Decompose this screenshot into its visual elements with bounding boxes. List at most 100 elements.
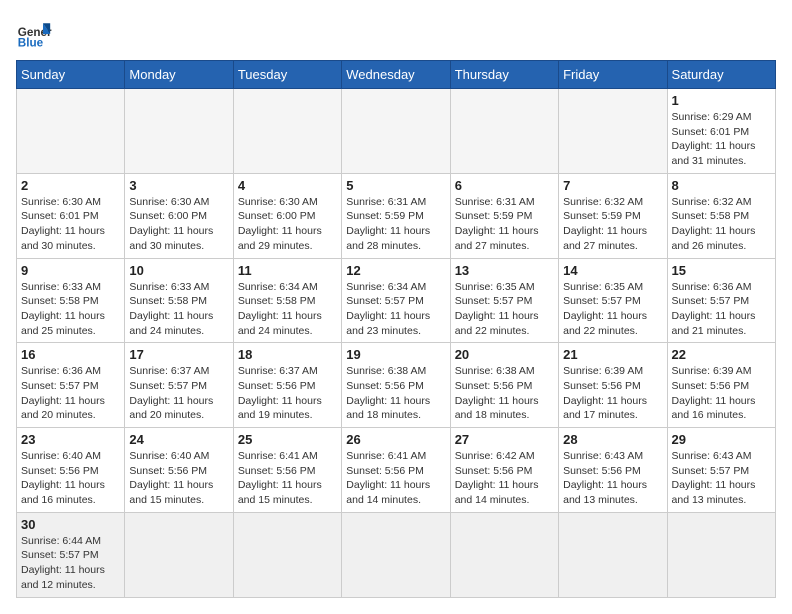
- day-info: Sunrise: 6:33 AM Sunset: 5:58 PM Dayligh…: [21, 280, 120, 339]
- day-number: 7: [563, 178, 662, 193]
- day-info: Sunrise: 6:31 AM Sunset: 5:59 PM Dayligh…: [346, 195, 445, 254]
- week-row-1: 1 Sunrise: 6:29 AM Sunset: 6:01 PM Daylig…: [17, 89, 776, 174]
- day-info: Sunrise: 6:43 AM Sunset: 5:56 PM Dayligh…: [563, 449, 662, 508]
- day-cell: 4 Sunrise: 6:30 AM Sunset: 6:00 PM Daylig…: [233, 173, 341, 258]
- week-row-6: 30 Sunrise: 6:44 AM Sunset: 5:57 PM Dayli…: [17, 512, 776, 597]
- day-number: 22: [672, 347, 771, 362]
- logo: General Blue: [16, 16, 52, 52]
- day-number: 4: [238, 178, 337, 193]
- day-info: Sunrise: 6:43 AM Sunset: 5:57 PM Dayligh…: [672, 449, 771, 508]
- day-number: 1: [672, 93, 771, 108]
- day-info: Sunrise: 6:30 AM Sunset: 6:00 PM Dayligh…: [238, 195, 337, 254]
- day-cell: [125, 512, 233, 597]
- day-number: 21: [563, 347, 662, 362]
- day-cell: 29 Sunrise: 6:43 AM Sunset: 5:57 PM Dayli…: [667, 428, 775, 513]
- day-number: 5: [346, 178, 445, 193]
- day-cell: 27Sunrise: 6:42 AM Sunset: 5:56 PM Dayli…: [450, 428, 558, 513]
- week-row-4: 16 Sunrise: 6:36 AM Sunset: 5:57 PM Dayli…: [17, 343, 776, 428]
- day-cell: [667, 512, 775, 597]
- day-info: Sunrise: 6:37 AM Sunset: 5:57 PM Dayligh…: [129, 364, 228, 423]
- day-number: 18: [238, 347, 337, 362]
- week-row-2: 2 Sunrise: 6:30 AM Sunset: 6:01 PM Daylig…: [17, 173, 776, 258]
- day-number: 12: [346, 263, 445, 278]
- day-cell: 23Sunrise: 6:40 AM Sunset: 5:56 PM Dayli…: [17, 428, 125, 513]
- day-number: 24: [129, 432, 228, 447]
- day-cell: [450, 512, 558, 597]
- day-number: 2: [21, 178, 120, 193]
- day-cell: 9 Sunrise: 6:33 AM Sunset: 5:58 PM Daylig…: [17, 258, 125, 343]
- day-number: 8: [672, 178, 771, 193]
- day-cell: 10 Sunrise: 6:33 AM Sunset: 5:58 PM Dayli…: [125, 258, 233, 343]
- weekday-header-thursday: Thursday: [450, 61, 558, 89]
- day-info: Sunrise: 6:32 AM Sunset: 5:58 PM Dayligh…: [672, 195, 771, 254]
- day-cell: 17Sunrise: 6:37 AM Sunset: 5:57 PM Dayli…: [125, 343, 233, 428]
- day-number: 26: [346, 432, 445, 447]
- day-info: Sunrise: 6:34 AM Sunset: 5:57 PM Dayligh…: [346, 280, 445, 339]
- day-cell: 18 Sunrise: 6:37 AM Sunset: 5:56 PM Dayli…: [233, 343, 341, 428]
- weekday-header-tuesday: Tuesday: [233, 61, 341, 89]
- day-cell: 2 Sunrise: 6:30 AM Sunset: 6:01 PM Daylig…: [17, 173, 125, 258]
- week-row-5: 23 Sunrise: 6:40 AM Sunset: 5:56 PM Dayli…: [17, 428, 776, 513]
- day-cell: 6 Sunrise: 6:31 AM Sunset: 5:59 PM Daylig…: [450, 173, 558, 258]
- calendar-table: SundayMondayTuesdayWednesdayThursdayFrid…: [16, 60, 776, 598]
- day-info: Sunrise: 6:33 AM Sunset: 5:58 PM Dayligh…: [129, 280, 228, 339]
- day-info: Sunrise: 6:41 AM Sunset: 5:56 PM Dayligh…: [238, 449, 337, 508]
- weekday-header-saturday: Saturday: [667, 61, 775, 89]
- day-cell: 30 Sunrise: 6:44 AM Sunset: 5:57 PM Dayli…: [17, 512, 125, 597]
- day-number: 29: [672, 432, 771, 447]
- day-cell: 20 Sunrise: 6:38 AM Sunset: 5:56 PM Dayli…: [450, 343, 558, 428]
- day-cell: 21Sunrise: 6:39 AM Sunset: 5:56 PM Dayli…: [559, 343, 667, 428]
- day-number: 13: [455, 263, 554, 278]
- day-cell: 5 Sunrise: 6:31 AM Sunset: 5:59 PM Daylig…: [342, 173, 450, 258]
- weekday-header-friday: Friday: [559, 61, 667, 89]
- day-info: Sunrise: 6:38 AM Sunset: 5:56 PM Dayligh…: [455, 364, 554, 423]
- day-cell: [17, 89, 125, 174]
- day-cell: 13Sunrise: 6:35 AM Sunset: 5:57 PM Dayli…: [450, 258, 558, 343]
- weekday-header-row: SundayMondayTuesdayWednesdayThursdayFrid…: [17, 61, 776, 89]
- day-number: 6: [455, 178, 554, 193]
- day-number: 11: [238, 263, 337, 278]
- day-cell: 8 Sunrise: 6:32 AM Sunset: 5:58 PM Daylig…: [667, 173, 775, 258]
- day-info: Sunrise: 6:30 AM Sunset: 6:01 PM Dayligh…: [21, 195, 120, 254]
- day-number: 27: [455, 432, 554, 447]
- day-cell: 26Sunrise: 6:41 AM Sunset: 5:56 PM Dayli…: [342, 428, 450, 513]
- day-info: Sunrise: 6:39 AM Sunset: 5:56 PM Dayligh…: [672, 364, 771, 423]
- day-info: Sunrise: 6:29 AM Sunset: 6:01 PM Dayligh…: [672, 110, 771, 169]
- day-info: Sunrise: 6:36 AM Sunset: 5:57 PM Dayligh…: [21, 364, 120, 423]
- day-cell: 12 Sunrise: 6:34 AM Sunset: 5:57 PM Dayli…: [342, 258, 450, 343]
- day-cell: [233, 89, 341, 174]
- day-info: Sunrise: 6:37 AM Sunset: 5:56 PM Dayligh…: [238, 364, 337, 423]
- day-cell: [342, 512, 450, 597]
- day-number: 9: [21, 263, 120, 278]
- day-cell: [233, 512, 341, 597]
- svg-text:Blue: Blue: [18, 37, 44, 50]
- day-cell: 25Sunrise: 6:41 AM Sunset: 5:56 PM Dayli…: [233, 428, 341, 513]
- day-number: 10: [129, 263, 228, 278]
- weekday-header-wednesday: Wednesday: [342, 61, 450, 89]
- day-info: Sunrise: 6:40 AM Sunset: 5:56 PM Dayligh…: [129, 449, 228, 508]
- day-number: 15: [672, 263, 771, 278]
- day-number: 16: [21, 347, 120, 362]
- day-cell: 28 Sunrise: 6:43 AM Sunset: 5:56 PM Dayli…: [559, 428, 667, 513]
- day-number: 20: [455, 347, 554, 362]
- week-row-3: 9 Sunrise: 6:33 AM Sunset: 5:58 PM Daylig…: [17, 258, 776, 343]
- weekday-header-monday: Monday: [125, 61, 233, 89]
- day-info: Sunrise: 6:38 AM Sunset: 5:56 PM Dayligh…: [346, 364, 445, 423]
- day-cell: [450, 89, 558, 174]
- day-info: Sunrise: 6:35 AM Sunset: 5:57 PM Dayligh…: [563, 280, 662, 339]
- day-number: 19: [346, 347, 445, 362]
- day-number: 28: [563, 432, 662, 447]
- day-info: Sunrise: 6:44 AM Sunset: 5:57 PM Dayligh…: [21, 534, 120, 593]
- day-number: 14: [563, 263, 662, 278]
- weekday-header-sunday: Sunday: [17, 61, 125, 89]
- day-info: Sunrise: 6:30 AM Sunset: 6:00 PM Dayligh…: [129, 195, 228, 254]
- day-cell: 16 Sunrise: 6:36 AM Sunset: 5:57 PM Dayli…: [17, 343, 125, 428]
- day-cell: [125, 89, 233, 174]
- day-info: Sunrise: 6:31 AM Sunset: 5:59 PM Dayligh…: [455, 195, 554, 254]
- day-cell: [559, 89, 667, 174]
- header: General Blue: [16, 16, 776, 52]
- day-number: 23: [21, 432, 120, 447]
- day-number: 30: [21, 517, 120, 532]
- day-cell: 24 Sunrise: 6:40 AM Sunset: 5:56 PM Dayli…: [125, 428, 233, 513]
- day-cell: 11Sunrise: 6:34 AM Sunset: 5:58 PM Dayli…: [233, 258, 341, 343]
